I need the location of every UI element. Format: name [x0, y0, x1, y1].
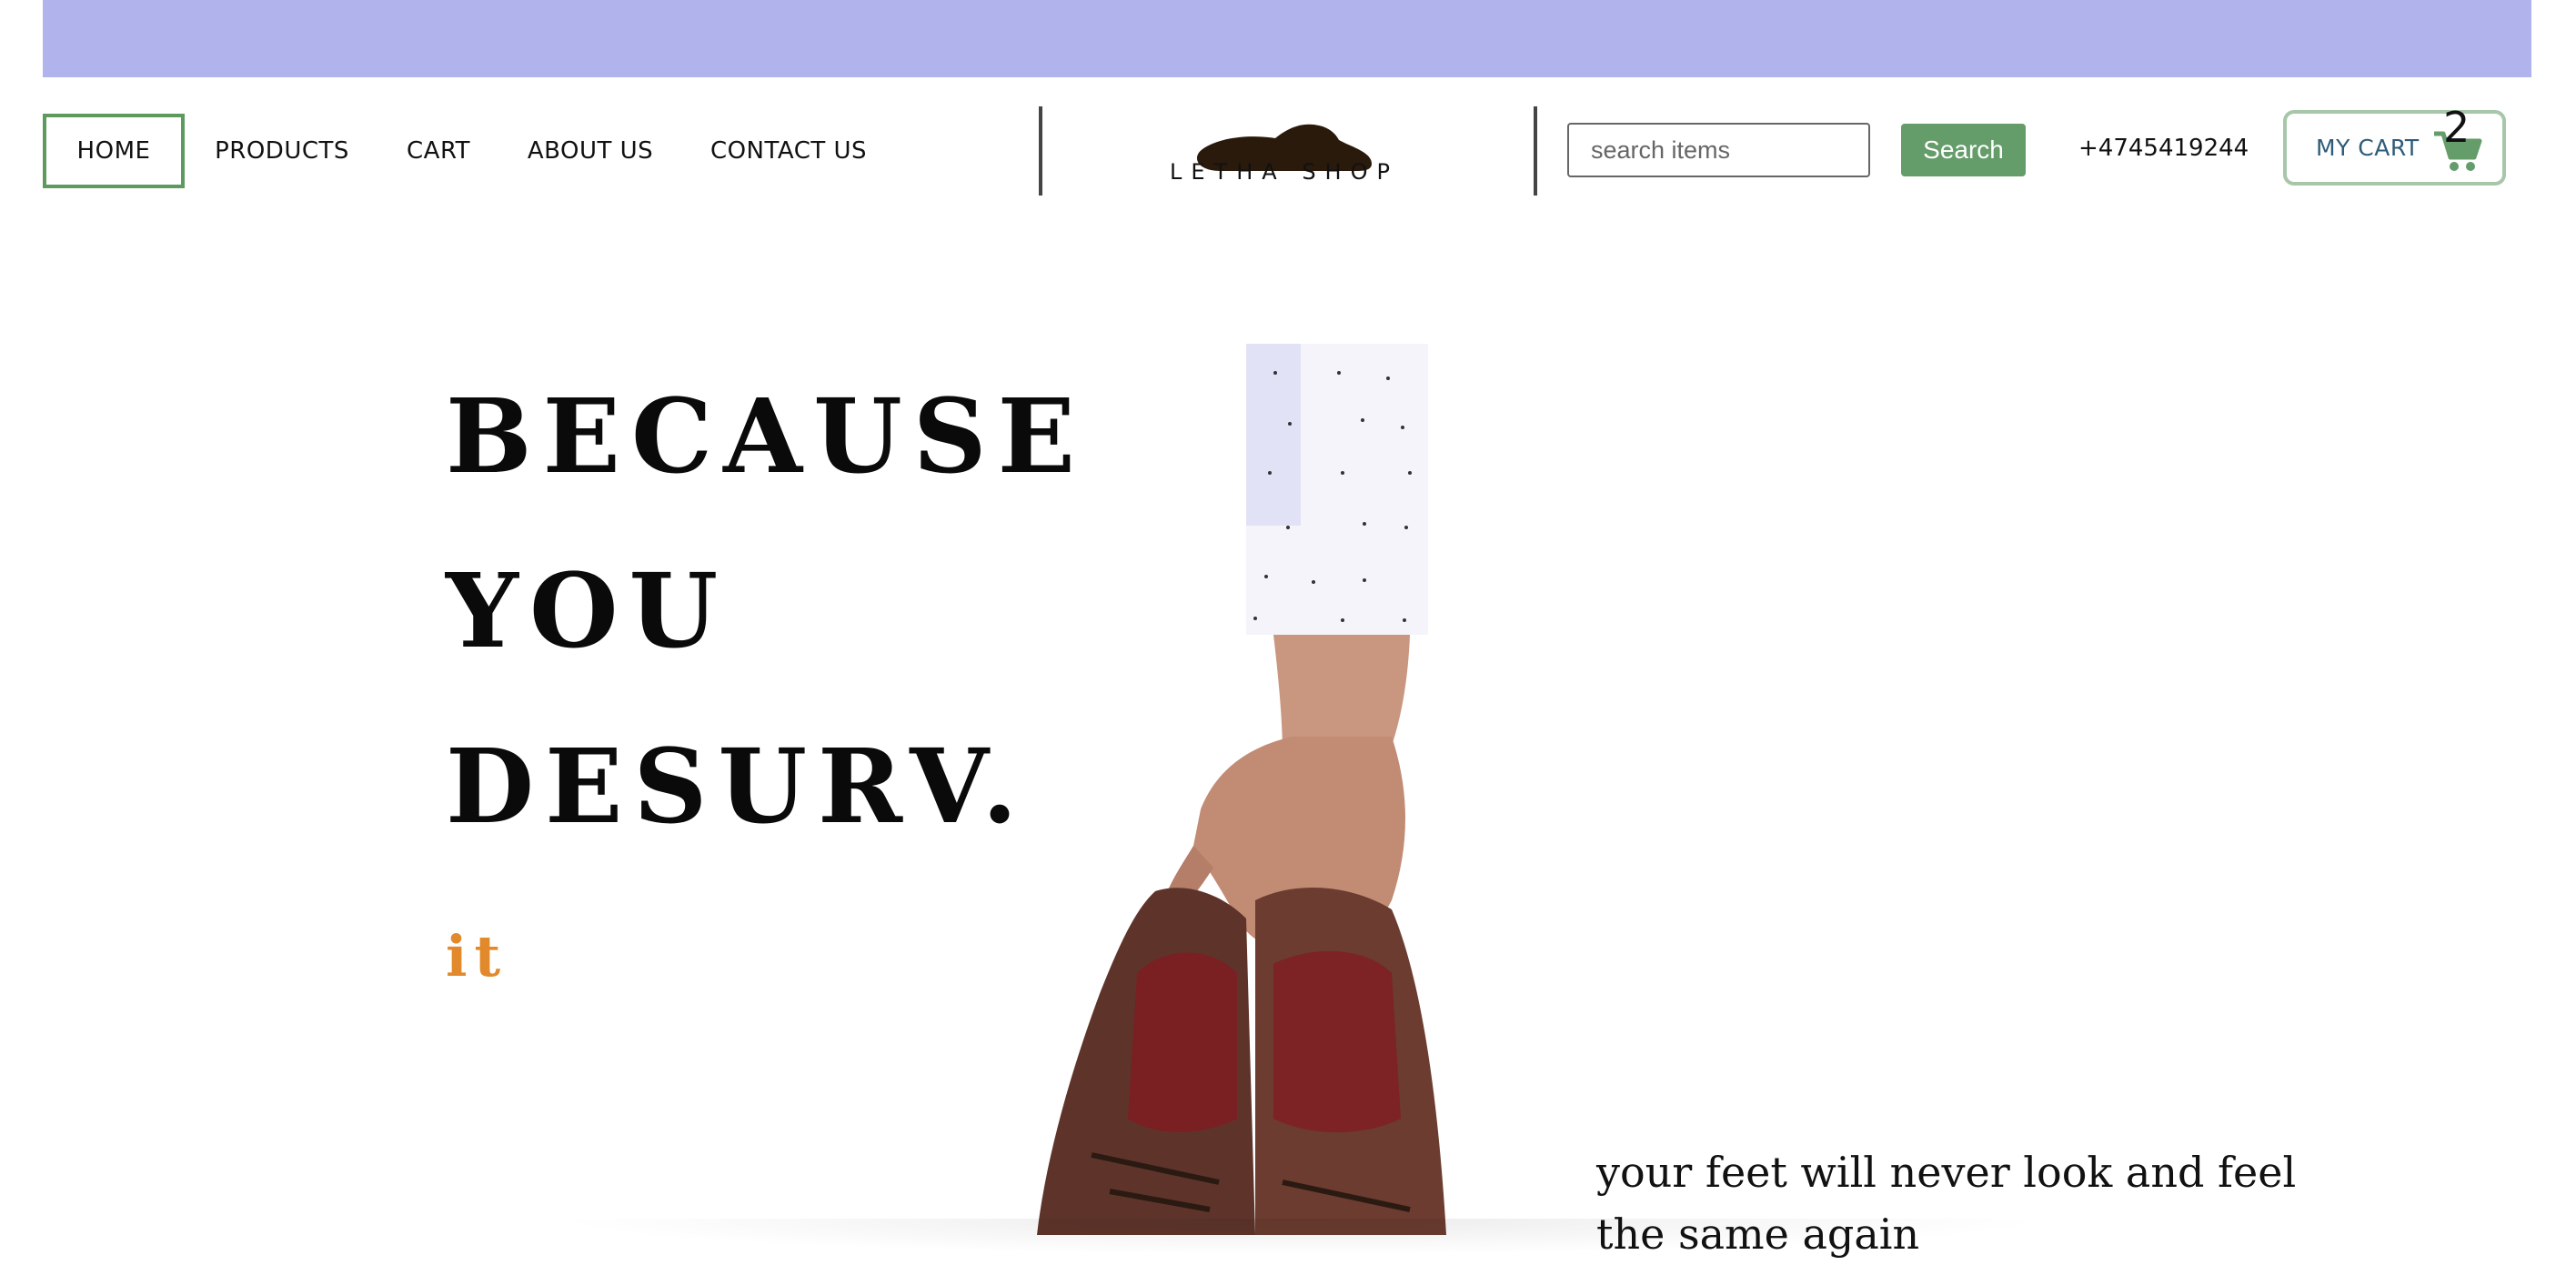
- hand-holding-shoes-image: [1037, 344, 1446, 1235]
- cart-count-badge: 2: [2443, 103, 2470, 152]
- tagline-line-1: your feet will never look and feel: [1596, 1148, 2297, 1197]
- hero-accent-word: it: [446, 923, 508, 989]
- my-cart-button[interactable]: MY CART 2: [2283, 103, 2506, 186]
- section-shadow: [546, 1219, 2056, 1255]
- nav-home[interactable]: HOME: [43, 114, 185, 188]
- nav-divider-left: [1039, 106, 1042, 196]
- hero-line-2: YOU: [446, 552, 730, 671]
- nav-divider-right: [1534, 106, 1537, 196]
- search-input[interactable]: [1567, 123, 1870, 177]
- header-nav: HOME PRODUCTS CART ABOUT US CONTACT US L…: [0, 0, 2576, 218]
- nav-products[interactable]: PRODUCTS: [202, 114, 362, 188]
- search-button[interactable]: Search: [1901, 124, 2026, 176]
- phone-number: +4745419244: [2078, 135, 2249, 162]
- nav-about-us[interactable]: ABOUT US: [517, 114, 664, 188]
- hero-line-3: DESURV.: [446, 728, 1029, 847]
- nav-contact-us[interactable]: CONTACT US: [702, 114, 875, 188]
- nav-cart[interactable]: CART: [396, 114, 481, 188]
- brand-name: LETHA SHOP: [1170, 159, 1399, 185]
- cart-label: MY CART: [2316, 135, 2420, 161]
